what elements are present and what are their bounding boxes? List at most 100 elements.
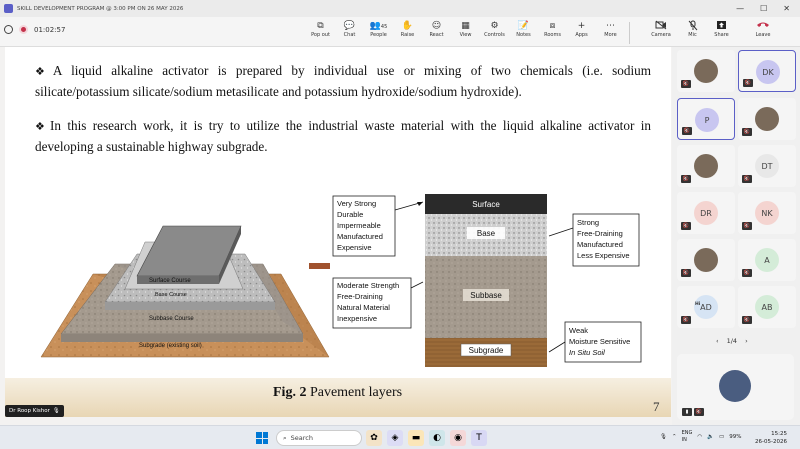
bullet-mark: ❖ <box>35 66 51 78</box>
teams-logo-icon <box>4 4 13 13</box>
edge-icon[interactable]: ◐ <box>429 430 445 446</box>
subgrade-label: Subgrade (existing soil) <box>139 343 202 349</box>
notes-icon: 📝 <box>517 21 530 31</box>
mic-off-icon <box>688 20 698 32</box>
info-icon[interactable] <box>4 25 13 34</box>
participant-tile[interactable]: AB 🔇 <box>738 286 796 328</box>
subbase-text: Subbase <box>470 291 502 300</box>
controls-button[interactable]: ⚙ Controls <box>480 20 509 46</box>
battery-percent: 99% <box>729 434 742 440</box>
participant-tile[interactable]: 🔇 <box>677 239 735 281</box>
tool-label: View <box>459 32 472 38</box>
more-button[interactable]: ⋯ More <box>596 20 625 46</box>
windows-start-icon[interactable] <box>256 432 268 444</box>
mic-off-icon: 🔇 <box>743 79 753 87</box>
notes-button[interactable]: 📝 Notes <box>509 20 538 46</box>
raise-button[interactable]: ✋ Raise <box>393 20 422 46</box>
participant-tile[interactable]: P 🔇 <box>677 98 735 140</box>
tool-label: Share <box>714 32 729 38</box>
tool-label: Chat <box>343 32 356 38</box>
participant-avatar: DR <box>694 201 718 225</box>
mic-off-icon: 🔇 <box>742 175 752 183</box>
window-title: SKILL DEVELOPMENT PROGRAM @ 3:00 PM ON 2… <box>17 5 184 12</box>
bullet-2: ❖ In this research work, it is try to uti… <box>35 116 651 156</box>
signal-icon: ▮ <box>682 408 692 416</box>
chat-button[interactable]: 💬 Chat <box>335 20 364 46</box>
self-view-tile[interactable]: ▮ 🔇 <box>677 354 794 420</box>
participant-avatar: DK <box>756 60 780 84</box>
copilot-icon[interactable]: ◈ <box>387 430 403 446</box>
shared-slide: ❖ A liquid alkaline activator is prepared… <box>5 47 671 417</box>
mic-button[interactable]: Mic <box>678 20 707 46</box>
battery-icon[interactable]: ▭ <box>719 434 724 440</box>
apps-button[interactable]: + Apps <box>567 20 596 46</box>
camera-button[interactable]: Camera <box>644 20 678 46</box>
participant-tile[interactable]: 🔇 <box>677 145 735 187</box>
mic-off-icon: 🔇 <box>681 222 691 230</box>
mic-off-icon: 🔇 <box>682 127 692 135</box>
language-indicator[interactable]: ENG IN <box>682 430 693 444</box>
file-explorer-icon[interactable]: ▬ <box>408 430 424 446</box>
next-page-button[interactable]: › <box>745 337 748 345</box>
title-bar: SKILL DEVELOPMENT PROGRAM @ 3:00 PM ON 2… <box>0 0 800 17</box>
clock-time: 15:25 <box>771 431 787 437</box>
subbase-course-label: Subbase Course <box>149 316 194 322</box>
participants-panel: ‹ 1/4 › ▮ 🔇 🔇 DK 🔇 P 🔇 🔇 🔇 DT 🔇 DR 🔇 NK 🔇 🔇 A 🔇 AD Hi 🔇 AB 🔇 <box>672 47 800 425</box>
rooms-button[interactable]: ⧈ Rooms <box>538 20 567 46</box>
mic-off-icon: 🔇 <box>742 222 752 230</box>
wifi-icon[interactable]: ◠ <box>697 434 702 440</box>
participant-tile[interactable]: A 🔇 <box>738 239 796 281</box>
close-window-button[interactable]: ✕ <box>783 4 790 13</box>
participant-avatar: DT <box>755 154 779 178</box>
view-button[interactable]: ▦ View <box>451 20 480 46</box>
page-indicator: 1/4 <box>726 337 738 345</box>
tool-label: Apps <box>575 32 588 38</box>
chrome-icon[interactable]: ◉ <box>450 430 466 446</box>
taskbar: ⌕ Search ✿ ◈ ▬ ◐ ◉ T 🎙 ⌃ ENG IN ◠ 🔈 ▭ 99%… <box>0 425 800 449</box>
caption-text: Pavement layers <box>306 385 403 400</box>
subbase-front <box>61 334 303 342</box>
presenter-name: Dr Roop Kishor <box>9 408 50 414</box>
leave-button[interactable]: Leave <box>746 20 780 46</box>
meeting-toolbar: 01:02:57 ⧉ Pop out 💬 Chat 👥45 People ✋ Raise… <box>0 17 800 47</box>
chevron-up-icon[interactable]: ⌃ <box>672 434 677 440</box>
teams-icon[interactable]: T <box>471 430 487 446</box>
participant-avatar <box>694 154 718 178</box>
speaker-icon[interactable]: 🔈 <box>707 434 714 440</box>
mic-off-icon: 🔇 <box>742 269 752 277</box>
base-front <box>105 302 275 310</box>
mic-off-icon: 🔇 <box>681 316 691 324</box>
participant-avatar: A <box>755 248 779 272</box>
mic-off-icon: 🔇 <box>742 128 752 136</box>
participant-name: Hi <box>695 302 701 307</box>
participant-tile[interactable]: DR 🔇 <box>677 192 735 234</box>
tool-label: React <box>429 32 444 38</box>
participant-tile[interactable]: AD Hi 🔇 <box>677 286 735 328</box>
minimize-button[interactable]: — <box>736 4 744 13</box>
figure-caption: Fig. 2 Pavement layers <box>273 385 402 401</box>
participant-tile[interactable]: 🔇 <box>738 98 796 140</box>
people-count: 45 <box>380 24 388 30</box>
participant-tile[interactable]: DT 🔇 <box>738 145 796 187</box>
tool-label: Controls <box>484 32 505 38</box>
prev-page-button[interactable]: ‹ <box>716 337 719 345</box>
popout-button[interactable]: ⧉ Pop out <box>306 20 335 46</box>
share-icon <box>716 20 727 32</box>
maximize-button[interactable]: ☐ <box>760 4 767 13</box>
share-button[interactable]: Share <box>707 20 736 46</box>
participant-tile[interactable]: 🔇 <box>677 50 735 92</box>
react-button[interactable]: ☺ React <box>422 20 451 46</box>
clock[interactable]: 15:25 26-05-2026 <box>755 430 787 446</box>
mic-off-icon: 🔇 <box>742 316 752 324</box>
widgets-icon[interactable]: ✿ <box>366 430 382 446</box>
clock-date: 26-05-2026 <box>755 439 787 445</box>
people-button[interactable]: 👥45 People <box>364 20 393 46</box>
mic-off-icon: 🔇 <box>681 80 691 88</box>
search-placeholder: Search <box>290 434 313 442</box>
taskbar-search[interactable]: ⌕ Search <box>276 430 362 446</box>
caption-label: Fig. 2 <box>273 385 307 400</box>
pavement-layers-figure: Surface Course Base Course Subbase Cours… <box>40 192 650 367</box>
mic-tray-icon[interactable]: 🎙 <box>660 434 667 440</box>
participant-tile[interactable]: NK 🔇 <box>738 192 796 234</box>
participant-tile[interactable]: DK 🔇 <box>738 50 796 92</box>
